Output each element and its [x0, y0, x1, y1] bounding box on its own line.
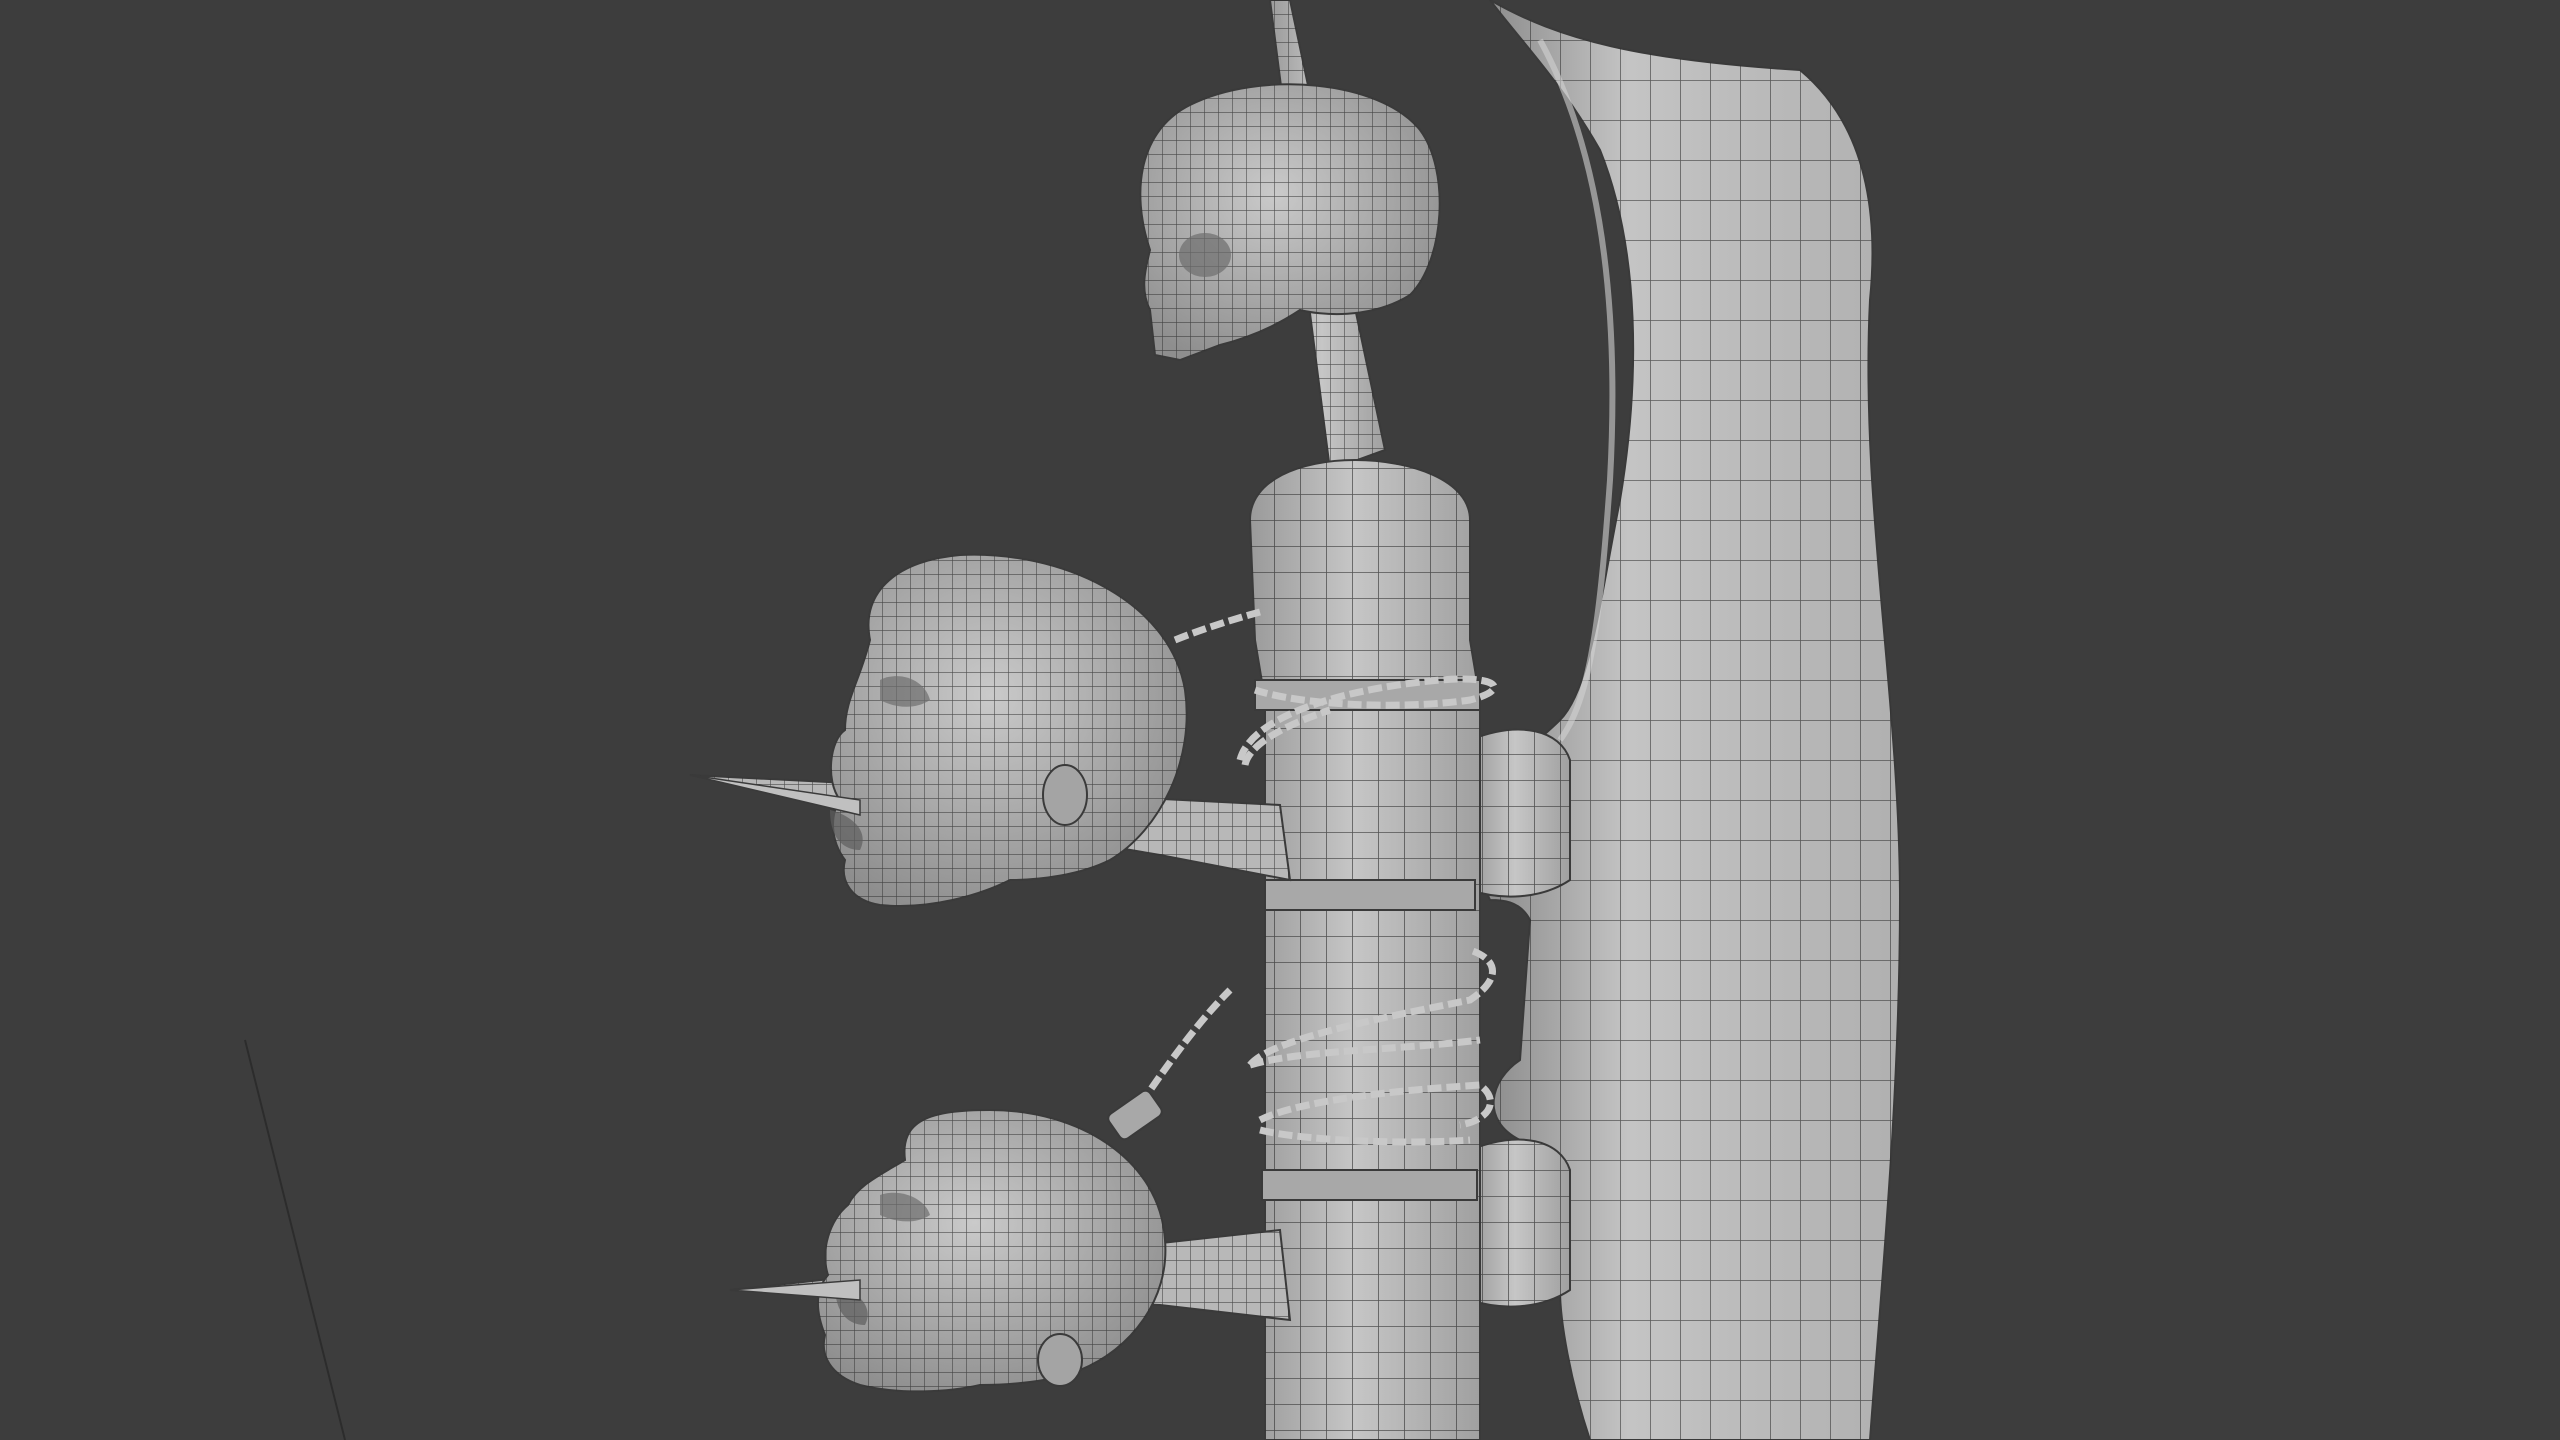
ear	[1037, 1333, 1083, 1387]
upper-head[interactable]	[829, 553, 1188, 907]
blade-arm[interactable]	[1469, 0, 1902, 1440]
skull[interactable]	[1139, 83, 1441, 362]
chain-shackle	[1107, 1089, 1163, 1141]
3d-viewport[interactable]	[0, 0, 2560, 1440]
ear	[1042, 764, 1088, 826]
grid-line	[244, 1039, 346, 1440]
eye-socket	[1179, 233, 1231, 277]
lower-head[interactable]	[816, 1108, 1167, 1393]
